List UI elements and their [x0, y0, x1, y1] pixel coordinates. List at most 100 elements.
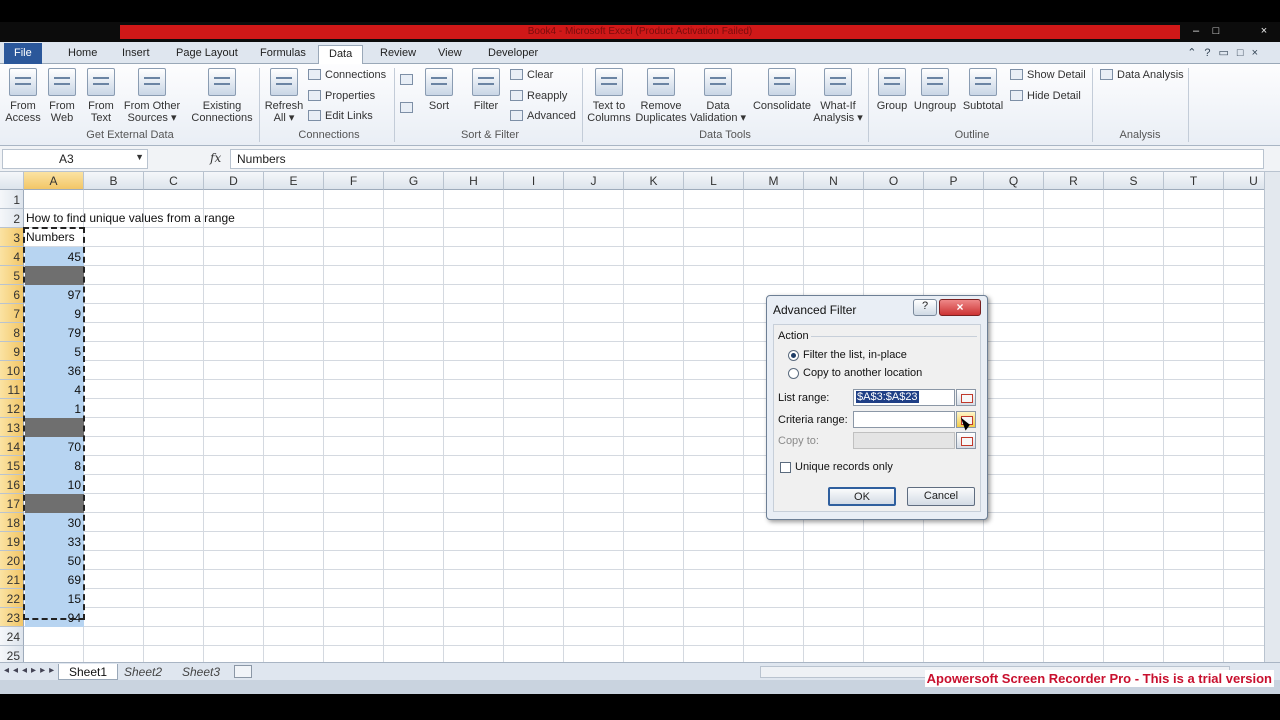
- ribbon-help-icons[interactable]: ⌃?▭□×: [1187, 46, 1266, 59]
- column-header[interactable]: O: [864, 172, 924, 190]
- column-header[interactable]: Q: [984, 172, 1044, 190]
- column-header[interactable]: L: [684, 172, 744, 190]
- ungroup-button[interactable]: Ungroup: [912, 68, 958, 112]
- ok-button[interactable]: OK: [828, 487, 896, 506]
- sort-button[interactable]: Sort: [422, 68, 456, 112]
- cancel-button[interactable]: Cancel: [907, 487, 975, 506]
- remove-duplicates-button[interactable]: Remove Duplicates: [632, 68, 690, 124]
- insert-function-icon[interactable]: fx: [210, 151, 221, 165]
- maximize-button[interactable]: □: [1208, 24, 1224, 38]
- sort-desc-button[interactable]: [400, 102, 417, 114]
- worksheet-grid[interactable]: ABCDEFGHIJKLMNOPQRSTU 1 2 3 4 5 6 7 8 9 10 11 12 13 1…: [0, 172, 1264, 662]
- tab-formulas[interactable]: Formulas: [250, 45, 316, 64]
- row-header[interactable]: 13: [0, 418, 24, 437]
- row-header[interactable]: 7: [0, 304, 24, 323]
- row-header[interactable]: 15: [0, 456, 24, 475]
- properties-button[interactable]: Properties: [308, 90, 375, 102]
- row-header[interactable]: 19: [0, 532, 24, 551]
- row-header[interactable]: 14: [0, 437, 24, 456]
- column-header[interactable]: F: [324, 172, 384, 190]
- column-header[interactable]: R: [1044, 172, 1104, 190]
- column-header[interactable]: B: [84, 172, 144, 190]
- tab-view[interactable]: View: [428, 45, 472, 64]
- row-header[interactable]: 12: [0, 399, 24, 418]
- unique-records-checkbox[interactable]: [780, 462, 791, 473]
- chevron-down-icon[interactable]: ▼: [135, 152, 144, 162]
- from-access-button[interactable]: From Access: [4, 68, 42, 124]
- edit-links-button[interactable]: Edit Links: [308, 110, 373, 122]
- column-header[interactable]: S: [1104, 172, 1164, 190]
- connections-button[interactable]: Connections: [308, 69, 386, 81]
- column-header[interactable]: H: [444, 172, 504, 190]
- criteria-range-input[interactable]: [853, 411, 955, 428]
- text-to-columns-button[interactable]: Text to Columns: [586, 68, 632, 124]
- list-range-input[interactable]: $A$3:$A$23: [853, 389, 955, 406]
- row-header[interactable]: 6: [0, 285, 24, 304]
- filter-in-place-label[interactable]: Filter the list, in-place: [803, 349, 907, 361]
- unique-records-label[interactable]: Unique records only: [795, 461, 893, 473]
- row-header[interactable]: 10: [0, 361, 24, 380]
- column-header[interactable]: D: [204, 172, 264, 190]
- data-validation-button[interactable]: Data Validation ▾: [688, 68, 748, 124]
- row-header[interactable]: 24: [0, 627, 24, 646]
- tab-page-layout[interactable]: Page Layout: [166, 45, 248, 64]
- sheet-tab-3[interactable]: Sheet3: [172, 664, 230, 680]
- row-header[interactable]: 5: [0, 266, 24, 285]
- sheet-tab-2[interactable]: Sheet2: [114, 664, 172, 680]
- list-range-collapse-icon[interactable]: [956, 389, 976, 406]
- sheet-nav-arrows-icon[interactable]: ◂◂◂▸▸▸: [4, 665, 58, 676]
- column-header[interactable]: U: [1224, 172, 1264, 190]
- row-header[interactable]: 9: [0, 342, 24, 361]
- from-web-button[interactable]: From Web: [44, 68, 80, 124]
- close-window-button[interactable]: ×: [1256, 24, 1272, 38]
- row-header[interactable]: 8: [0, 323, 24, 342]
- column-header[interactable]: J: [564, 172, 624, 190]
- help-button[interactable]: ?: [913, 299, 937, 316]
- column-header[interactable]: G: [384, 172, 444, 190]
- cell-a2[interactable]: How to find unique values from a range: [26, 209, 235, 228]
- sheet-tab-1[interactable]: Sheet1: [58, 664, 119, 680]
- consolidate-button[interactable]: Consolidate: [752, 68, 812, 112]
- row-header[interactable]: 4: [0, 247, 24, 266]
- subtotal-button[interactable]: Subtotal: [958, 68, 1008, 112]
- column-header[interactable]: N: [804, 172, 864, 190]
- minimize-button[interactable]: –: [1188, 24, 1204, 38]
- column-header[interactable]: E: [264, 172, 324, 190]
- sort-asc-button[interactable]: [400, 74, 417, 86]
- row-header[interactable]: 16: [0, 475, 24, 494]
- row-header[interactable]: 1: [0, 190, 24, 209]
- column-header[interactable]: K: [624, 172, 684, 190]
- row-header[interactable]: 21: [0, 570, 24, 589]
- from-text-button[interactable]: From Text: [82, 68, 120, 124]
- column-header[interactable]: M: [744, 172, 804, 190]
- tab-review[interactable]: Review: [370, 45, 426, 64]
- what-if-button[interactable]: What-If Analysis ▾: [812, 68, 864, 124]
- refresh-all-button[interactable]: Refresh All ▾: [264, 68, 304, 124]
- filter-in-place-radio[interactable]: [788, 350, 799, 361]
- row-header[interactable]: 20: [0, 551, 24, 570]
- row-header[interactable]: 17: [0, 494, 24, 513]
- tab-data[interactable]: Data: [318, 45, 364, 64]
- show-detail-button[interactable]: Show Detail: [1010, 69, 1086, 81]
- row-header[interactable]: 2: [0, 209, 24, 228]
- column-header[interactable]: A: [24, 172, 84, 190]
- reapply-button[interactable]: Reapply: [510, 90, 567, 102]
- select-all-corner[interactable]: [0, 172, 24, 190]
- formula-input[interactable]: Numbers: [230, 149, 1264, 169]
- tab-home[interactable]: Home: [58, 45, 107, 64]
- row-header[interactable]: 22: [0, 589, 24, 608]
- column-header[interactable]: I: [504, 172, 564, 190]
- column-header[interactable]: P: [924, 172, 984, 190]
- column-header[interactable]: T: [1164, 172, 1224, 190]
- dialog-close-button[interactable]: ×: [939, 299, 981, 316]
- vertical-scrollbar[interactable]: [1264, 172, 1280, 662]
- existing-connections-button[interactable]: Existing Connections: [190, 68, 254, 124]
- new-sheet-icon[interactable]: [234, 665, 252, 678]
- tab-file[interactable]: File: [4, 43, 42, 64]
- row-header[interactable]: 25: [0, 646, 24, 662]
- copy-location-radio[interactable]: [788, 368, 799, 379]
- row-header[interactable]: 18: [0, 513, 24, 532]
- copy-location-label[interactable]: Copy to another location: [803, 367, 922, 379]
- row-header[interactable]: 3: [0, 228, 24, 247]
- advanced-button[interactable]: Advanced: [510, 110, 576, 122]
